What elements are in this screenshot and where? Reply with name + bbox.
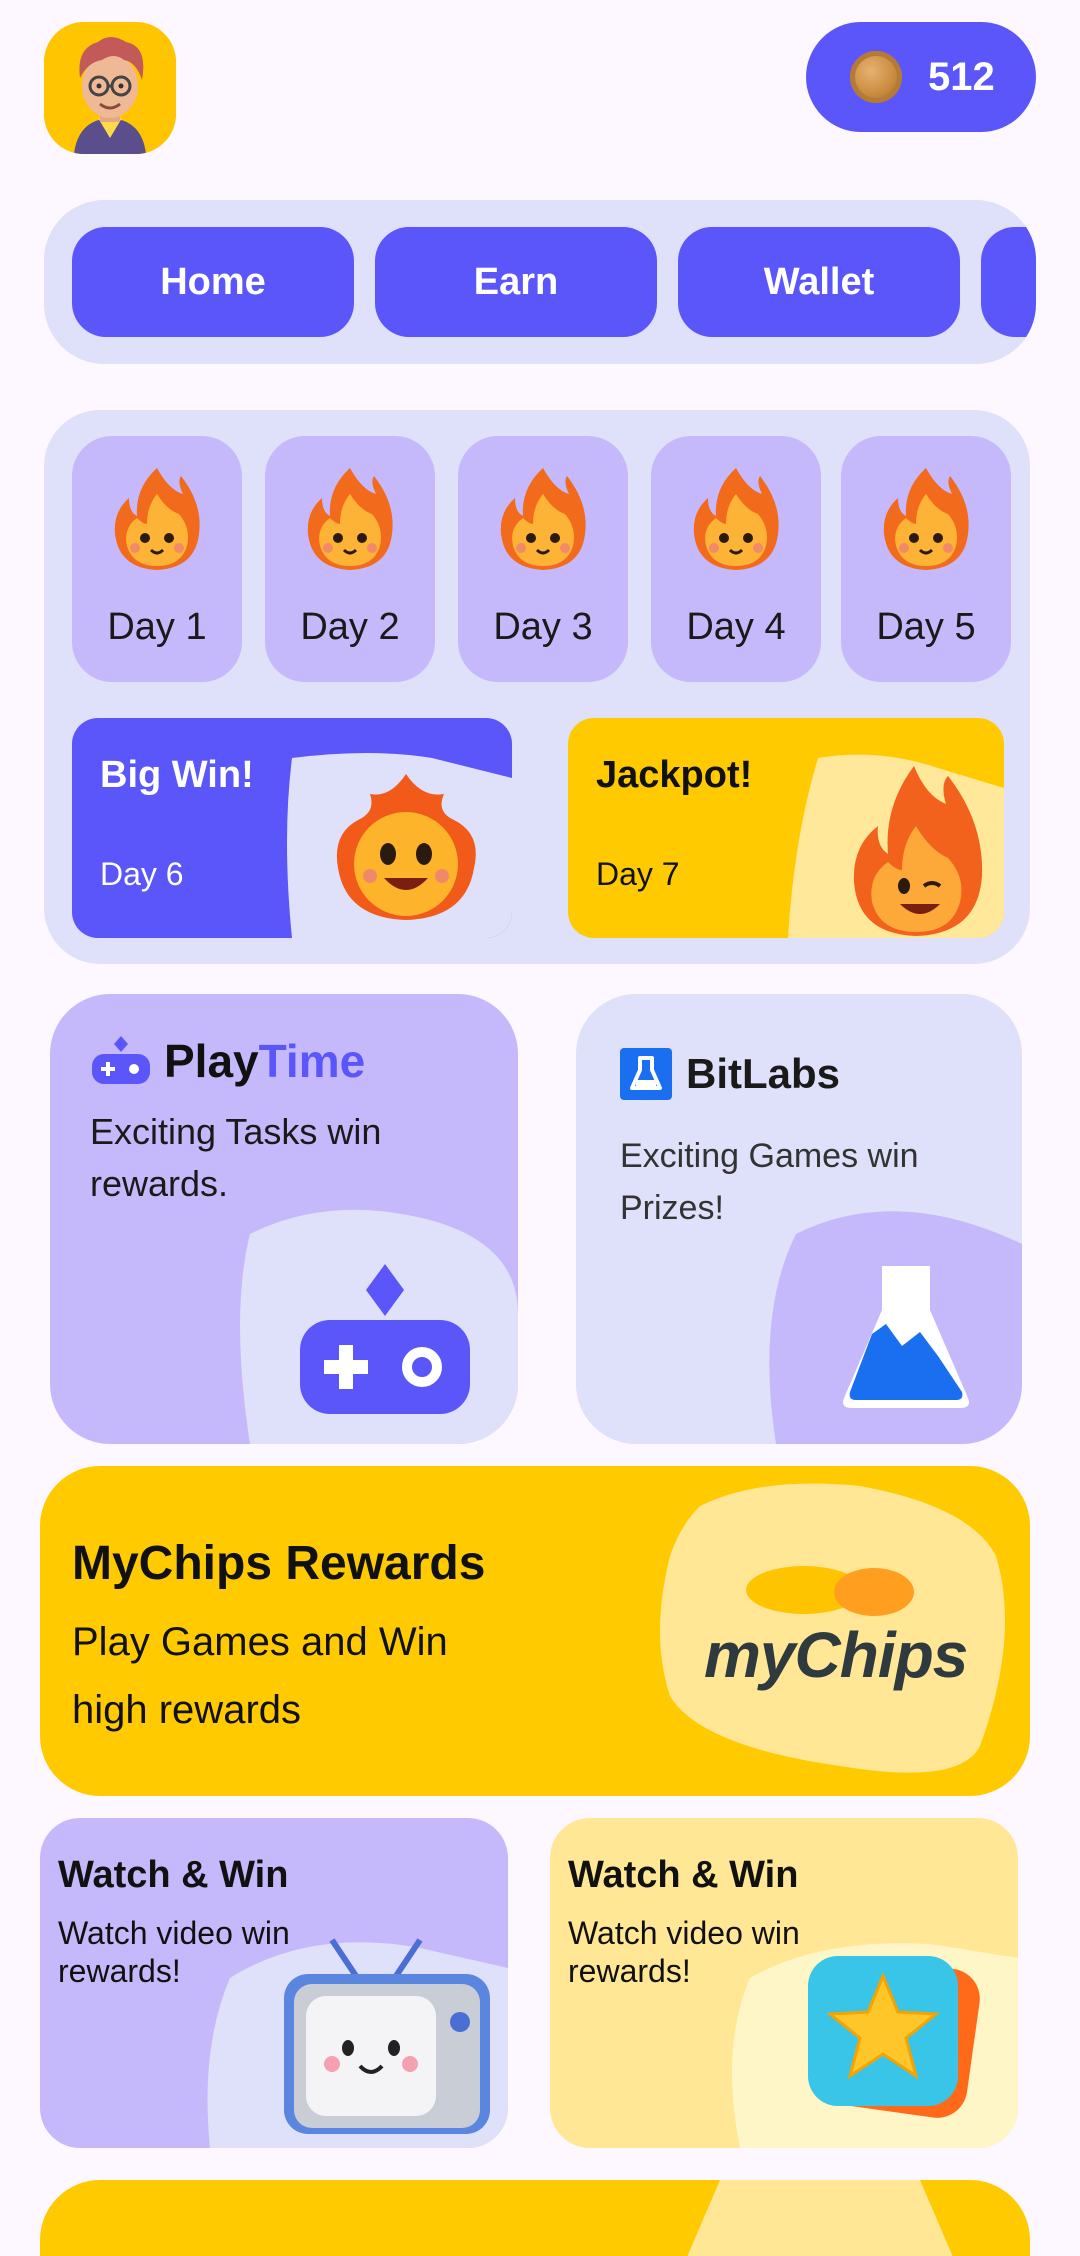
mychips-description-line: high rewards (72, 1688, 302, 1732)
coin-count: 512 (928, 54, 995, 99)
day-card-1[interactable]: Day 1 (72, 436, 242, 682)
bonus-day: Day 7 (596, 856, 680, 892)
mychips-logo-text: myChips (704, 1619, 968, 1691)
flame-icon (307, 468, 393, 570)
day-label: Day 2 (300, 606, 400, 648)
jackpot-card[interactable]: Jackpot! Day 7 (568, 718, 1004, 938)
playtime-description: Exciting Tasks win rewards. (90, 1111, 382, 1204)
nav-wallet-button[interactable]: Wallet (678, 227, 960, 337)
day-card-4[interactable]: Day 4 (651, 436, 821, 682)
avatar-icon (44, 22, 176, 154)
coin-balance[interactable]: 512 (806, 22, 1036, 132)
flame-mascot-icon (853, 766, 983, 936)
watch-title: Watch & Win (568, 1854, 799, 1896)
playtime-brand-play: Play (164, 1035, 259, 1087)
flame-icon (500, 468, 586, 570)
bitlabs-card[interactable]: BitLabs Exciting Games win Prizes! (576, 994, 1022, 1444)
chips-logo-icon (746, 1566, 914, 1616)
day-card-5[interactable]: Day 5 (841, 436, 1011, 682)
nav-earn-button[interactable]: Earn (375, 227, 657, 337)
mychips-description: Play Games and Win high rewards (72, 1608, 448, 1744)
bottom-partner-card[interactable] (40, 2180, 1030, 2256)
avatar[interactable] (44, 22, 176, 154)
flame-icon (693, 468, 779, 570)
bitlabs-brand: BitLabs (686, 1050, 841, 1097)
nav-home-button[interactable]: Home (72, 227, 354, 337)
flame-icon (114, 468, 200, 570)
mychips-description-line: Play Games and Win (72, 1620, 448, 1664)
bonus-title: Big Win! (100, 754, 254, 796)
mychips-title: MyChips Rewards (72, 1537, 486, 1590)
day-card-3[interactable]: Day 3 (458, 436, 628, 682)
bitlabs-logo: BitLabs (620, 1048, 840, 1100)
coin-icon (850, 51, 902, 103)
day-label: Day 4 (686, 606, 786, 648)
nav-more-button[interactable] (981, 227, 1036, 337)
day-card-2[interactable]: Day 2 (265, 436, 435, 682)
nav-bar: Home Earn Wallet (44, 200, 1036, 364)
gamepad-icon (92, 1036, 150, 1084)
watch-title: Watch & Win (58, 1854, 289, 1896)
bonus-title: Jackpot! (596, 754, 753, 796)
bitlabs-description: Exciting Games win Prizes! (620, 1137, 919, 1227)
watch-description: Watch video win rewards! (568, 1915, 800, 1989)
playtime-logo: Play Time (90, 1034, 365, 1088)
watch-description: Watch video win rewards! (58, 1915, 290, 1989)
watch-win-card-2[interactable]: Watch & Win Watch video win rewards! (550, 1818, 1018, 2148)
gamepad-illustration-icon (300, 1264, 470, 1414)
flask-illustration-icon (843, 1266, 969, 1408)
day-label: Day 5 (876, 606, 976, 648)
mychips-card[interactable]: myChips MyChips Rewards Play Games and W… (40, 1466, 1030, 1796)
daily-streak-panel: Day 1 Day 2 Day 3 Day 4 Day 5 Big Win! D… (44, 410, 1030, 964)
playtime-card[interactable]: Play Time Exciting Tasks win rewards. (50, 994, 518, 1444)
bonus-day: Day 6 (100, 856, 184, 892)
playtime-brand-time: Time (258, 1035, 366, 1087)
watch-win-card-1[interactable]: Watch & Win Watch video win rewards! (40, 1818, 508, 2148)
card-blob (687, 2180, 953, 2256)
flame-icon (883, 468, 969, 570)
day-label: Day 3 (493, 606, 593, 648)
flask-logo-icon (620, 1048, 672, 1100)
big-win-card[interactable]: Big Win! Day 6 (72, 718, 512, 938)
fireball-mascot-icon (336, 774, 476, 920)
day-label: Day 1 (107, 606, 207, 648)
